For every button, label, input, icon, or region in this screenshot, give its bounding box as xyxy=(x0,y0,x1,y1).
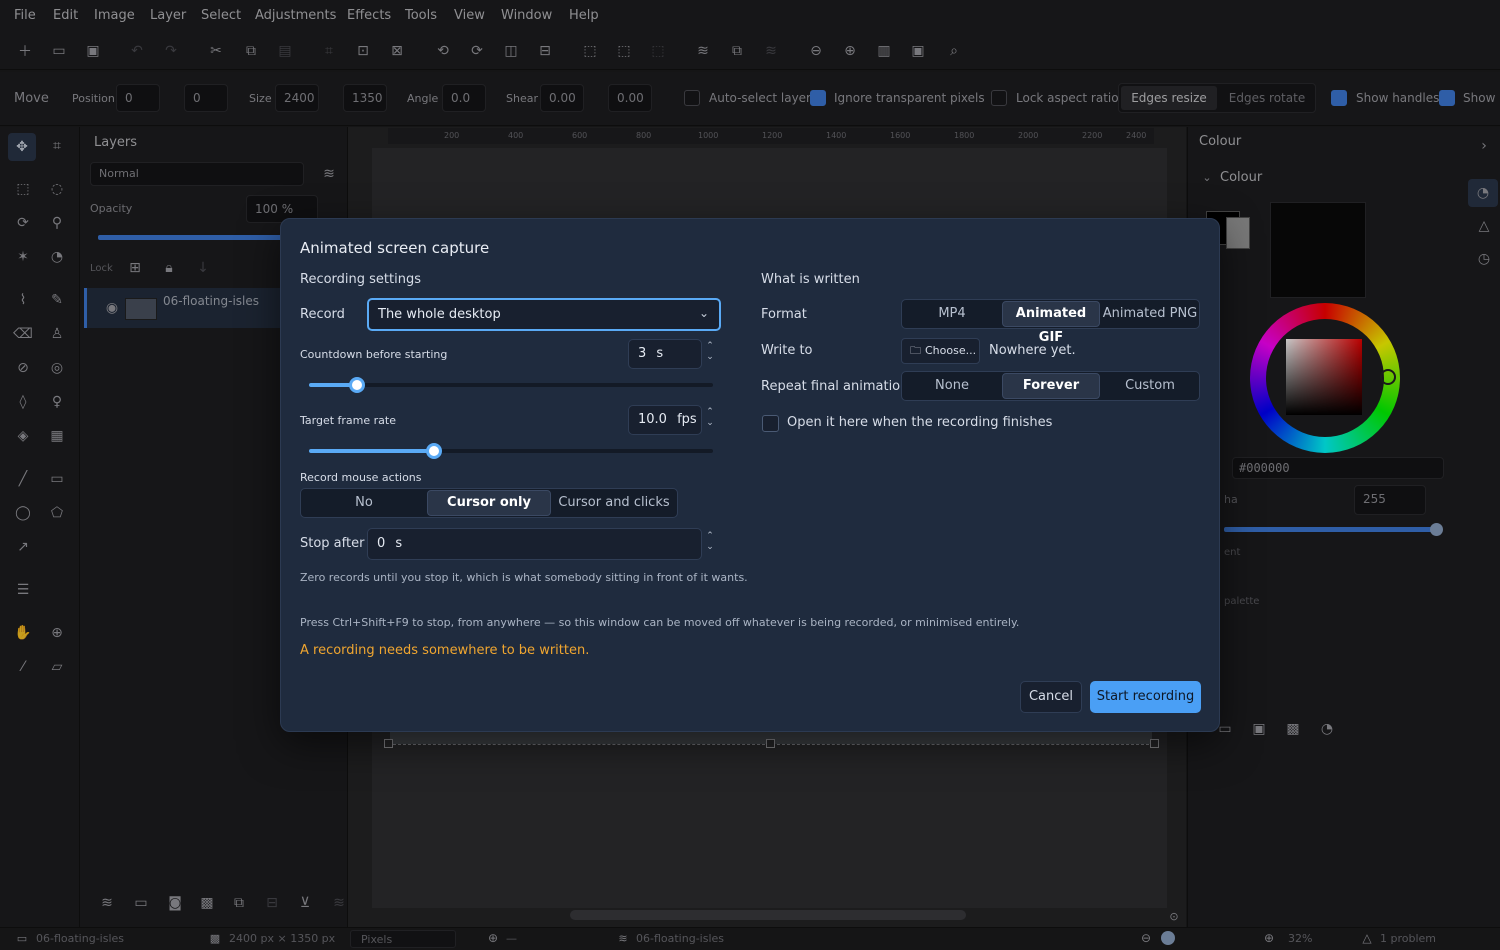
open-when-done-label: Open it here when the recording finishes xyxy=(787,415,1053,430)
mouse-option-cursor-and-clicks[interactable]: Cursor and clicks xyxy=(553,489,675,517)
repeat-toggle: None Forever Custom xyxy=(901,371,1200,401)
stop-after-value: 0 xyxy=(377,536,386,551)
start-recording-button[interactable]: Start recording xyxy=(1090,681,1201,713)
repeat-option-custom[interactable]: Custom xyxy=(1102,372,1198,400)
stop-after-label: Stop after xyxy=(300,536,365,551)
format-option-mp4[interactable]: MP4 xyxy=(904,300,1000,328)
countdown-slider-track[interactable] xyxy=(309,383,713,387)
stop-after-input[interactable]: 0 s xyxy=(367,528,702,560)
dialog-title: Animated screen capture xyxy=(300,239,490,257)
record-label: Record xyxy=(300,307,345,322)
countdown-slider-knob[interactable] xyxy=(349,377,365,393)
framerate-slider-knob[interactable] xyxy=(426,443,442,459)
mouse-option-cursor-only[interactable]: Cursor only xyxy=(427,490,551,516)
countdown-unit: s xyxy=(656,346,664,361)
stop-after-stepper[interactable]: ⌃ ⌄ xyxy=(703,531,717,557)
repeat-option-none[interactable]: None xyxy=(904,372,1000,400)
format-label: Format xyxy=(761,307,807,322)
folder-icon: 🗀︎ xyxy=(910,344,921,357)
record-source-select[interactable]: The whole desktop ⌄ xyxy=(367,298,721,331)
repeat-option-forever[interactable]: Forever xyxy=(1002,373,1100,399)
what-is-written-heading: What is written xyxy=(761,272,860,287)
mouse-option-no[interactable]: No xyxy=(303,489,425,517)
cancel-button[interactable]: Cancel xyxy=(1020,681,1082,713)
stop-after-hint: Zero records until you stop it, which is… xyxy=(300,571,748,584)
repeat-label: Repeat final animation xyxy=(761,379,909,394)
countdown-label: Countdown before starting xyxy=(300,348,448,361)
framerate-slider-fill xyxy=(309,449,434,453)
countdown-input[interactable]: 3 s xyxy=(628,339,702,369)
chevron-down-icon: ⌄ xyxy=(698,306,709,320)
format-option-png[interactable]: Animated PNG xyxy=(1102,300,1198,328)
screen-capture-dialog: Animated screen capture Recording settin… xyxy=(280,218,1220,732)
framerate-input[interactable]: 10.0 fps xyxy=(628,405,702,435)
mouse-actions-toggle: No Cursor only Cursor and clicks xyxy=(300,488,678,518)
mouse-actions-label: Record mouse actions xyxy=(300,471,422,484)
countdown-stepper[interactable]: ⌃ ⌄ xyxy=(703,341,717,367)
write-to-value: Nowhere yet. xyxy=(989,343,1076,358)
framerate-label: Target frame rate xyxy=(300,414,396,427)
framerate-value: 10.0 xyxy=(638,412,667,427)
write-to-label: Write to xyxy=(761,343,813,358)
framerate-unit: fps xyxy=(677,412,697,427)
stop-after-unit: s xyxy=(395,536,403,551)
shortcut-hint: Press Ctrl+Shift+F9 to stop, from anywhe… xyxy=(300,616,1020,629)
choose-file-label: Choose... xyxy=(925,344,977,357)
format-toggle: MP4 Animated GIF Animated PNG xyxy=(901,299,1200,345)
warning-message: A recording needs somewhere to be writte… xyxy=(300,643,590,658)
record-source-value: The whole desktop xyxy=(378,307,501,322)
format-option-gif[interactable]: Animated GIF xyxy=(1002,301,1100,345)
recording-settings-heading: Recording settings xyxy=(300,272,421,287)
framerate-stepper[interactable]: ⌃ ⌄ xyxy=(703,407,717,433)
choose-file-button[interactable]: 🗀︎ Choose... xyxy=(901,338,980,364)
open-when-done-checkbox[interactable] xyxy=(762,415,779,432)
countdown-value: 3 xyxy=(638,346,647,361)
